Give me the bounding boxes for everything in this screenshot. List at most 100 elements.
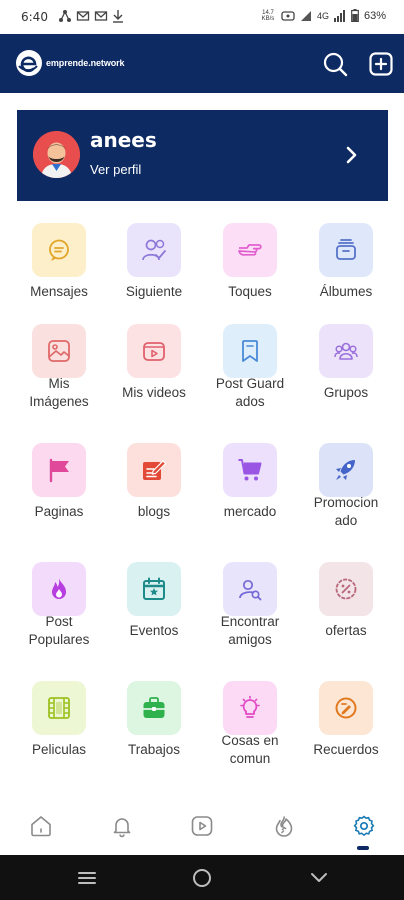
menu-tile (223, 223, 277, 277)
menu-tile (223, 562, 277, 616)
menu-item-label: Peliculas (9, 741, 109, 759)
menu-tile (127, 223, 181, 277)
lightbulb-icon (240, 695, 260, 718)
signal-bars-icon (333, 9, 345, 22)
menu-item-mis-imágenes[interactable]: Mis Imágenes (9, 314, 109, 430)
menu-item-label-line: Siguiente (125, 284, 183, 299)
menu-item-label-line: ofertas (325, 623, 367, 638)
menu-item-mensajes[interactable]: Mensajes (9, 213, 109, 329)
recent-apps-icon[interactable] (77, 868, 97, 888)
menu-tile (319, 443, 373, 497)
menu-item-post-guardados[interactable]: Post Guard ados (200, 314, 300, 430)
logo[interactable]: emprende.network (16, 50, 125, 76)
menu-item-label-line: Imágenes (29, 394, 89, 409)
video-play-icon[interactable] (190, 814, 214, 838)
trending-icon[interactable] (272, 814, 296, 838)
add-icon[interactable] (368, 51, 394, 77)
menu-item-label-line: comun (229, 751, 271, 766)
menu-item-cosas-en-comun[interactable]: Cosas en comun (200, 671, 300, 787)
menu-item-label-line: Mensajes (30, 284, 88, 299)
album-icon (336, 239, 356, 260)
menu-item-álbumes[interactable]: Álbumes (296, 213, 396, 329)
briefcase-icon (143, 697, 165, 718)
menu-item-label-line: Post (45, 614, 73, 629)
menu-tile (32, 681, 86, 735)
menu-item-toques[interactable]: Toques (200, 213, 300, 329)
calendar-icon (143, 577, 165, 600)
menu-item-label: Promocion ado (296, 494, 396, 530)
menu-tile (319, 681, 373, 735)
view-profile-link[interactable]: Ver perfil (90, 162, 141, 177)
menu-item-ofertas[interactable]: ofertas (296, 552, 396, 668)
user-check-icon (142, 239, 166, 261)
screen: 6:40 14.7 KB/s 4G 63% emprende.network a… (0, 0, 404, 900)
active-tab-indicator (357, 846, 369, 850)
back-chevron-icon[interactable] (309, 868, 329, 888)
menu-item-promocionado[interactable]: Promocion ado (296, 433, 396, 549)
menu-tile (127, 681, 181, 735)
menu-item-label: Mensajes (9, 283, 109, 301)
menu-item-peliculas[interactable]: Peliculas (9, 671, 109, 787)
menu-tile (319, 324, 373, 378)
menu-item-siguiente[interactable]: Siguiente (104, 213, 204, 329)
menu-item-label-line: Cosas en (221, 733, 279, 748)
mail-icon (76, 11, 90, 21)
fire-icon (52, 578, 66, 599)
menu-tile (32, 562, 86, 616)
image-icon (48, 340, 70, 362)
menu-tile (127, 324, 181, 378)
menu-item-label-line: Mis (48, 376, 70, 391)
app-header: emprende.network (0, 34, 404, 93)
avatar (33, 131, 80, 178)
menu-item-post-populares[interactable]: Post Populares (9, 552, 109, 668)
home-circle-icon[interactable] (192, 868, 212, 888)
mail-icon-2 (94, 11, 108, 21)
group-icon (334, 342, 358, 360)
rocket-icon (336, 460, 355, 480)
film-icon (48, 697, 70, 719)
menu-item-label: Encontrar amigos (200, 613, 300, 649)
menu-item-label: Siguiente (104, 283, 204, 301)
menu-item-label-line: Álbumes (319, 284, 373, 299)
chat-icon (49, 239, 69, 261)
memories-icon (335, 697, 357, 719)
menu-item-label: Post Populares (9, 613, 109, 649)
menu-item-paginas[interactable]: Paginas (9, 433, 109, 549)
menu-item-label: Grupos (296, 384, 396, 402)
signal-icon (300, 10, 311, 21)
logo-icon (16, 50, 42, 76)
status-notification-icons (58, 9, 124, 23)
menu-item-label: Trabajos (104, 741, 204, 759)
menu-item-trabajos[interactable]: Trabajos (104, 671, 204, 787)
menu-item-eventos[interactable]: Eventos (104, 552, 204, 668)
menu-item-label-line: Promocion (313, 495, 379, 510)
cart-icon (238, 459, 262, 481)
menu-tile (223, 324, 277, 378)
home-icon[interactable] (29, 814, 53, 838)
menu-item-mis-videos[interactable]: Mis videos (104, 314, 204, 430)
video-icon (143, 342, 165, 361)
network-share-icon (59, 10, 71, 22)
menu-item-recuerdos[interactable]: Recuerdos (296, 671, 396, 787)
notification-bell-icon[interactable] (110, 814, 134, 838)
profile-card[interactable]: anees Ver perfil (17, 110, 388, 201)
menu-item-label: Álbumes (296, 283, 396, 301)
menu-tile (32, 324, 86, 378)
download-icon (113, 10, 123, 23)
menu-item-label-line: Trabajos (127, 742, 181, 757)
menu-tile (319, 562, 373, 616)
menu-item-grupos[interactable]: Grupos (296, 314, 396, 430)
menu-tile (32, 223, 86, 277)
menu-item-mercado[interactable]: mercado (200, 433, 300, 549)
menu-item-label: blogs (104, 503, 204, 521)
menu-tile (319, 223, 373, 277)
menu-item-blogs[interactable]: blogs (104, 433, 204, 549)
settings-icon[interactable] (352, 814, 376, 838)
menu-item-label: mercado (200, 503, 300, 521)
status-right: 14.7 KB/s 4G 63% (260, 9, 386, 22)
system-nav-bar (0, 855, 404, 900)
search-icon[interactable] (322, 51, 348, 77)
menu-item-label: Recuerdos (296, 741, 396, 759)
network-type: 4G (316, 10, 329, 21)
menu-item-encontrar-amigos[interactable]: Encontrar amigos (200, 552, 300, 668)
